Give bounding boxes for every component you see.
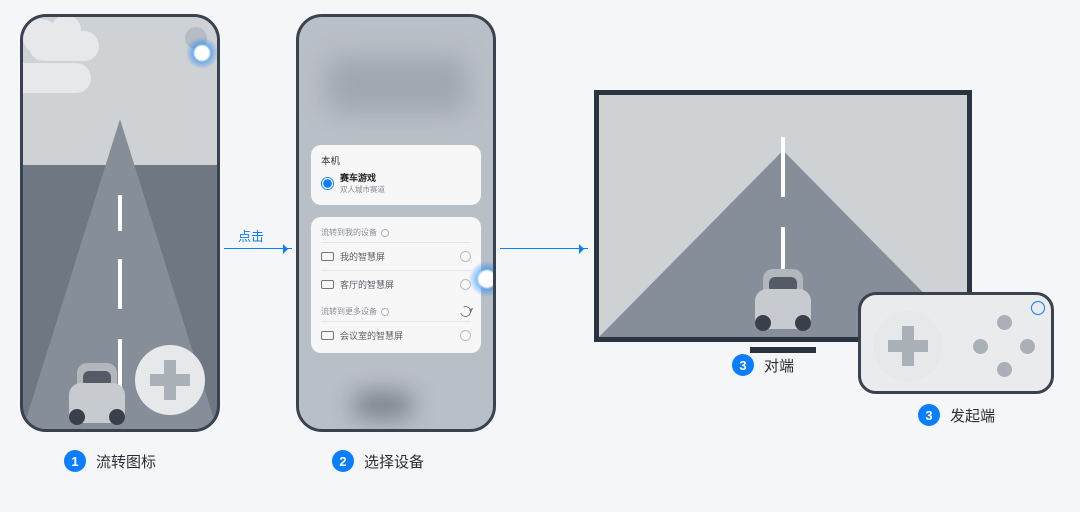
controller-phone (858, 292, 1054, 394)
device-list-panel: 流转到我的设备 我的智慧屏 客厅的智慧屏 流转到更多设备 (311, 217, 481, 353)
lane-marker (118, 195, 122, 231)
step-2: 2 选择设备 (332, 450, 424, 472)
action-buttons[interactable] (973, 315, 1035, 377)
step-number: 2 (332, 450, 354, 472)
step-number: 1 (64, 450, 86, 472)
step-3-peer: 3 对端 (732, 354, 794, 376)
device-row[interactable]: 客厅的智慧屏 (321, 270, 471, 298)
cloud-icon (20, 63, 91, 93)
current-app-panel: 本机 赛车游戏 双人城市赛道 (311, 145, 481, 205)
radio-icon[interactable] (460, 251, 471, 262)
step-label: 对端 (764, 355, 794, 376)
screen-icon (321, 331, 334, 340)
step-1: 1 流转图标 (64, 450, 156, 472)
dpad-icon (150, 360, 190, 400)
cast-icon[interactable] (1031, 301, 1045, 315)
car-icon (749, 251, 817, 329)
cloud-icon (29, 31, 99, 61)
device-name: 客厅的智慧屏 (340, 278, 394, 291)
app-subtitle: 双人城市赛道 (340, 184, 385, 195)
step-3-origin: 3 发起端 (918, 404, 995, 426)
section-my-devices: 流转到我的设备 (321, 227, 377, 238)
local-title: 本机 (321, 153, 471, 167)
lane-marker (781, 137, 785, 197)
step-label: 选择设备 (364, 451, 424, 472)
info-icon[interactable] (381, 308, 389, 316)
dpad-button[interactable] (873, 311, 943, 381)
device-name: 我的智慧屏 (340, 250, 385, 263)
screen-icon (321, 280, 334, 289)
dpad-icon (888, 326, 928, 366)
screen-icon (321, 252, 334, 261)
highlight-halo (186, 37, 218, 69)
dpad-button[interactable] (135, 345, 205, 415)
step-label: 流转图标 (96, 451, 156, 472)
radio-icon[interactable] (460, 330, 471, 341)
radio-selected-icon[interactable] (321, 177, 334, 190)
step-label: 发起端 (950, 405, 995, 426)
step-number: 3 (732, 354, 754, 376)
device-name: 会议室的智慧屏 (340, 329, 403, 342)
lane-marker (118, 259, 122, 309)
step-number: 3 (918, 404, 940, 426)
arrow-label: 点击 (238, 226, 264, 245)
refresh-icon[interactable] (458, 304, 473, 319)
section-more-devices: 流转到更多设备 (321, 306, 377, 317)
tv-stand (750, 347, 816, 353)
car-icon (63, 345, 131, 423)
info-icon[interactable] (381, 229, 389, 237)
arrow-icon (500, 248, 588, 249)
arrow-icon (224, 248, 292, 249)
app-name: 赛车游戏 (340, 171, 385, 184)
diagram-root: 本机 赛车游戏 双人城市赛道 流转到我的设备 我的智慧屏 客 (0, 0, 1080, 512)
device-row[interactable]: 会议室的智慧屏 (321, 321, 471, 349)
phone-device-list: 本机 赛车游戏 双人城市赛道 流转到我的设备 我的智慧屏 客 (296, 14, 496, 432)
phone-game (20, 14, 220, 432)
device-row[interactable]: 我的智慧屏 (321, 242, 471, 270)
